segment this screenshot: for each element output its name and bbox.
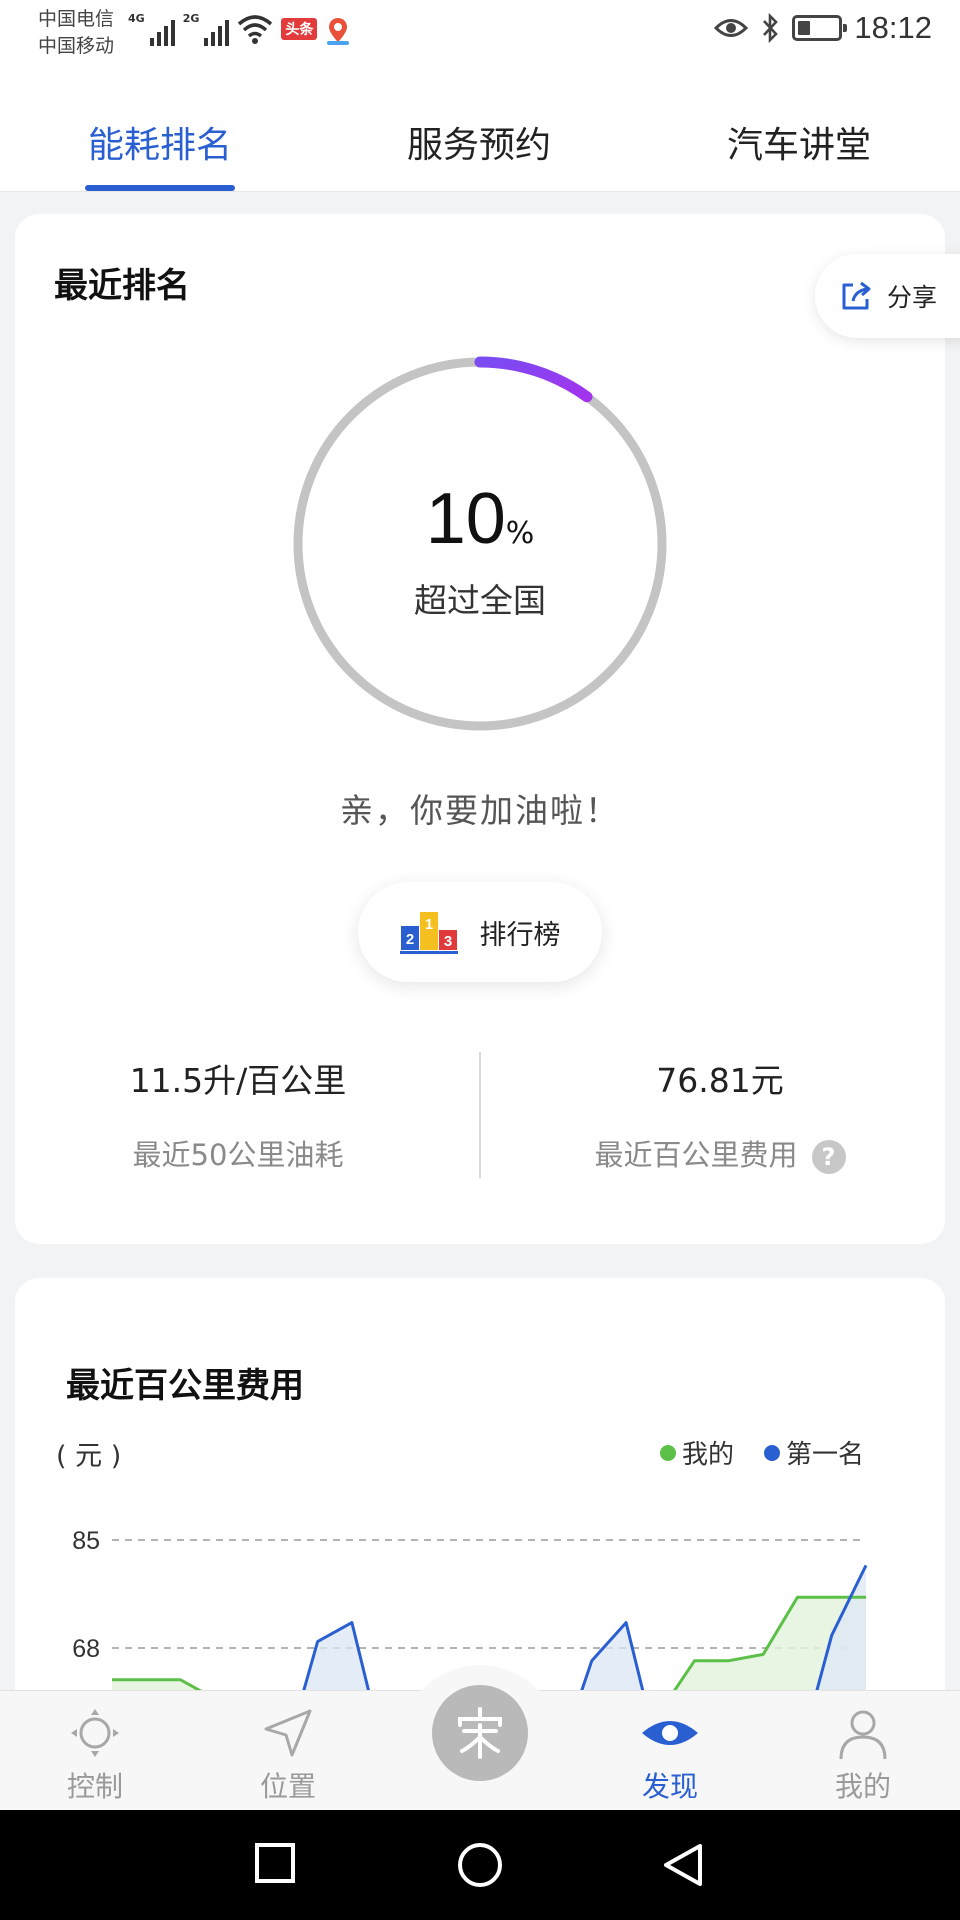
status-right: 18:12: [714, 10, 932, 46]
carrier-1: 中国电信: [38, 8, 115, 30]
percent-unit: %: [505, 516, 535, 551]
map-app-icon: [327, 18, 350, 45]
location-icon: [264, 1709, 312, 1757]
share-icon: [842, 281, 871, 310]
legend-dot-first: [764, 1444, 781, 1461]
percent-label: 超过全国: [414, 581, 546, 620]
signal-2g-icon: 2G: [183, 12, 230, 46]
cost-per-100km-label-row: 最近百公里费用?: [510, 1132, 930, 1174]
news-app-icon: 头条: [281, 18, 318, 40]
ring-progress-arc: [474, 356, 593, 403]
ranking-title: 最近排名: [54, 266, 190, 306]
fuel-consumption-label: 最近50公里油耗: [132, 1138, 344, 1172]
recents-icon[interactable]: [254, 1842, 296, 1884]
nav-profile-label: 我的: [834, 1770, 891, 1803]
nav-control-label: 控制: [66, 1770, 123, 1803]
podium-digit-2: 2: [405, 931, 413, 948]
cost-per-100km-label: 最近百公里费用: [594, 1138, 798, 1172]
profile-icon: [839, 1710, 887, 1760]
cost-per-100km-value: 76.81元: [656, 1061, 784, 1100]
active-tab-indicator: [85, 185, 235, 191]
legend-label-first: 第一名: [786, 1440, 865, 1470]
y-tick-label-85: 85: [72, 1527, 100, 1555]
clock: 18:12: [854, 10, 932, 45]
status-icons: 4G 2G 头条: [128, 12, 351, 46]
cost-chart-title: 最近百公里费用: [66, 1366, 304, 1406]
percent-value: 10: [425, 479, 506, 559]
brand-center-button[interactable]: [432, 1685, 528, 1781]
carrier-labels: 中国电信 中国移动: [38, 6, 114, 60]
control-icon: [71, 1709, 119, 1757]
bluetooth-icon: [763, 13, 779, 43]
y-tick-label-68: 68: [72, 1635, 100, 1663]
chart-legend: 我的 第一名: [660, 1434, 864, 1471]
song-logo-icon: [458, 1707, 502, 1759]
nav-profile[interactable]: 我的: [803, 1705, 923, 1805]
share-label: 分享: [887, 283, 938, 312]
fuel-consumption-value: 11.5升/百公里: [129, 1061, 347, 1100]
share-button[interactable]: 分享: [815, 254, 960, 338]
stats-divider: [479, 1052, 481, 1178]
percent-readout: 10%: [290, 478, 670, 560]
podium-icon: 2 1 3: [399, 912, 458, 954]
signal-4g-icon: 4G: [128, 12, 175, 46]
podium-digit-3: 3: [443, 933, 451, 950]
tab-energy-ranking[interactable]: 能耗排名: [85, 116, 235, 168]
podium-digit-1: 1: [424, 916, 432, 933]
nav-location-label: 位置: [259, 1770, 316, 1803]
tab-car-class[interactable]: 汽车讲堂: [724, 116, 874, 168]
bottom-nav: 控制 位置 发现 我的: [0, 1665, 960, 1810]
nav-location[interactable]: 位置: [228, 1705, 348, 1805]
net-type-2: 2G: [182, 12, 200, 25]
discover-eye-icon: [642, 1721, 698, 1745]
eye-comfort-icon: [714, 19, 749, 37]
help-icon[interactable]: ?: [811, 1140, 846, 1174]
system-nav-bar: [0, 1810, 960, 1920]
top-tab-bar: 能耗排名 服务预约 汽车讲堂: [0, 70, 960, 192]
legend-label-mine: 我的: [682, 1440, 735, 1470]
net-type-1: 4G: [128, 12, 145, 25]
tab-service-booking[interactable]: 服务预约: [404, 116, 554, 168]
nav-discover[interactable]: 发现: [610, 1705, 730, 1805]
legend-item-first: 第一名: [764, 1434, 864, 1471]
battery-icon: [792, 15, 848, 41]
nav-control[interactable]: 控制: [35, 1705, 155, 1805]
wifi-icon: [238, 15, 273, 44]
legend-dot-mine: [660, 1444, 676, 1461]
status-bar: 中国电信 中国移动 4G 2G 头条 18:12: [0, 0, 960, 70]
leaderboard-label: 排行榜: [479, 919, 561, 951]
back-icon[interactable]: [660, 1842, 704, 1888]
home-icon[interactable]: [456, 1842, 504, 1888]
encourage-message: 亲，你要加油啦！: [340, 791, 620, 830]
carrier-2: 中国移动: [38, 35, 115, 57]
legend-item-mine: 我的: [660, 1434, 734, 1471]
chart-unit-label: ( 元 ): [56, 1441, 122, 1472]
leaderboard-button[interactable]: 2 1 3 排行榜: [358, 882, 602, 982]
nav-discover-label: 发现: [641, 1770, 698, 1803]
